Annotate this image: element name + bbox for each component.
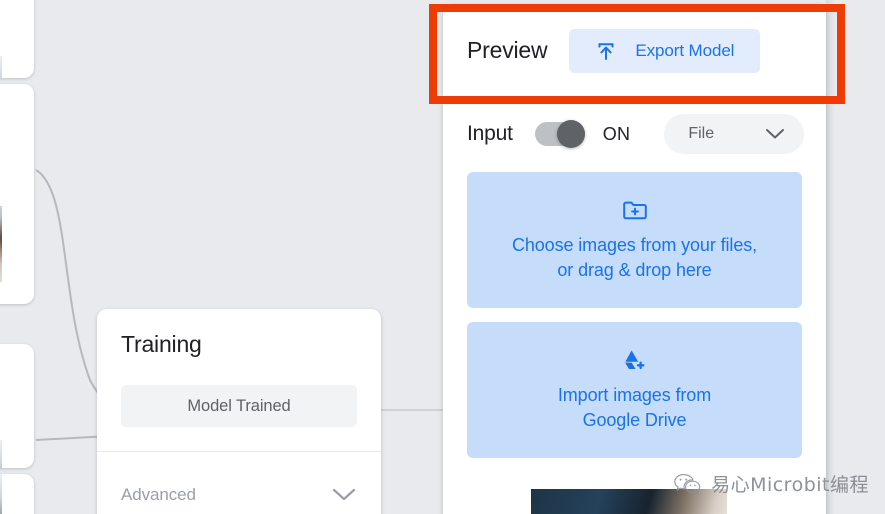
model-trained-button[interactable]: Model Trained [121, 385, 357, 427]
preview-panel: Preview Export Model Input ON File Choos… [443, 4, 826, 514]
input-source-select-value: File [688, 125, 715, 142]
webcam-desk-thumbnail [0, 474, 2, 514]
input-toggle-switch[interactable] [534, 120, 585, 148]
folder-add-icon [622, 197, 648, 223]
webcam-thumbnail [0, 440, 2, 468]
export-model-label: Export Model [635, 40, 735, 60]
google-drive-add-icon [621, 347, 649, 373]
google-drive-line2: Google Drive [582, 410, 687, 430]
input-row: Input ON File [467, 114, 805, 154]
choose-files-line1: Choose images from your files, [511, 235, 758, 255]
class-card[interactable] [0, 84, 34, 304]
input-source-select[interactable]: File [664, 114, 805, 154]
google-drive-dropzone[interactable]: Import images from Google Drive [467, 322, 802, 458]
google-drive-line1: Import images from [557, 385, 712, 405]
choose-files-line2: or drag & drop here [557, 260, 712, 280]
advanced-label: Advanced [121, 485, 196, 504]
class-card[interactable] [0, 344, 34, 468]
export-upload-icon [595, 40, 617, 62]
choose-files-text: Choose images from your files, or drag &… [512, 233, 757, 283]
export-model-button[interactable]: Export Model [569, 28, 761, 73]
wechat-icon [673, 472, 703, 496]
preview-title: Preview [467, 37, 548, 63]
input-label: Input [467, 122, 513, 145]
webcam-hand-thumbnail [0, 206, 2, 282]
google-drive-text: Import images from Google Drive [558, 383, 711, 433]
chevron-down-icon [331, 487, 357, 503]
preview-header-divider [443, 97, 826, 98]
choose-files-dropzone[interactable]: Choose images from your files, or drag &… [467, 172, 802, 308]
advanced-section-toggle[interactable]: Advanced [97, 452, 381, 514]
preview-header: Preview Export Model [443, 4, 826, 97]
watermark: 易心Microbit编程 [673, 470, 869, 497]
toggle-knob [556, 120, 585, 148]
webcam-thumbnail [0, 56, 2, 78]
class-card[interactable] [0, 474, 34, 514]
chevron-down-icon [764, 127, 786, 141]
training-card-title: Training [121, 331, 202, 357]
app-canvas: Training Model Trained Advanced Preview [0, 0, 885, 514]
input-toggle-state-label: ON [602, 123, 631, 144]
class-card[interactable] [0, 0, 34, 78]
training-card: Training Model Trained Advanced [97, 309, 381, 514]
watermark-text: 易心Microbit编程 [711, 474, 869, 496]
